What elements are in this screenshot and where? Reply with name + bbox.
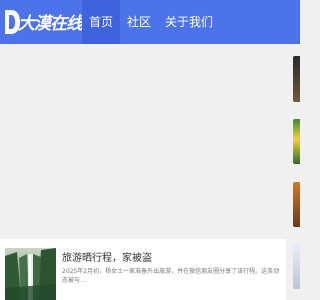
waterfall-landscape-image	[5, 248, 56, 300]
top-navigation-bar: 大漠在线 首页 社区 关于我们	[0, 0, 300, 44]
article-card[interactable]: 旅游晒行程，家被盗 2025年2月初，杨女士一家准备外出旅游，并在微信朋友圈分享…	[0, 239, 286, 300]
side-thumbnail-image[interactable]	[293, 182, 300, 227]
article-summary: 2025年2月初，杨女士一家准备外出旅游，并在微信朋友圈分享了该行程。这条动态被…	[62, 268, 280, 284]
main-nav: 首页 社区 关于我们	[82, 0, 220, 44]
article-thumbnail[interactable]	[5, 248, 56, 300]
side-article-thumbnails	[293, 44, 300, 300]
nav-community[interactable]: 社区	[120, 0, 158, 44]
side-thumbnail-image[interactable]	[293, 56, 300, 102]
side-thumbnail-image[interactable]	[293, 119, 300, 164]
banner-area	[0, 44, 286, 234]
site-logo[interactable]: 大漠在线	[0, 0, 83, 44]
nav-about-us[interactable]: 关于我们	[158, 0, 220, 44]
site-name: 大漠在线	[18, 14, 83, 34]
nav-home[interactable]: 首页	[82, 0, 121, 44]
side-thumbnail-image[interactable]	[293, 244, 300, 289]
article-title[interactable]: 旅游晒行程，家被盗	[62, 249, 152, 264]
